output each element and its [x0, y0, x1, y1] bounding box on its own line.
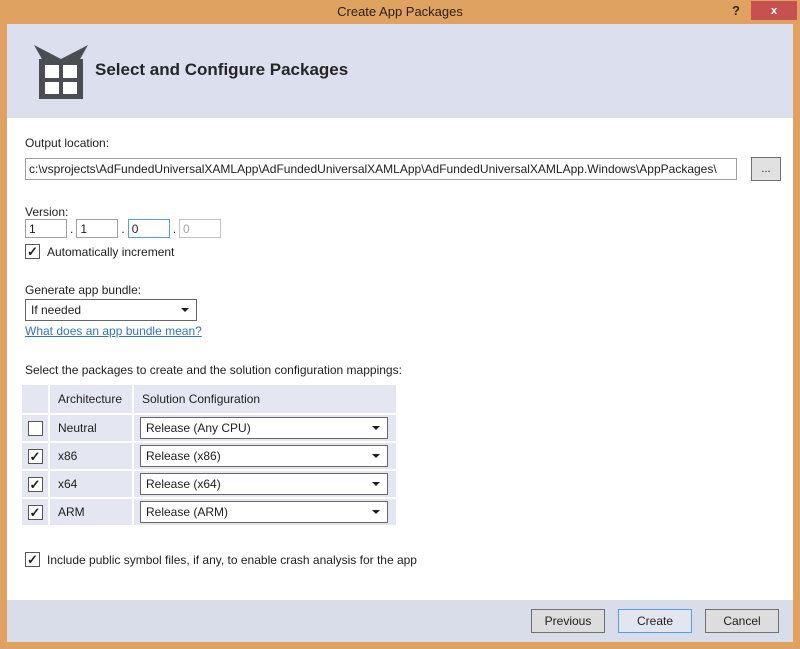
- create-app-packages-dialog: Create App Packages ? x Select and Confi…: [0, 0, 800, 649]
- selected-configuration: Release (ARM): [146, 505, 228, 519]
- close-button[interactable]: x: [751, 1, 797, 20]
- x86-configuration-dropdown[interactable]: Release (x86): [140, 445, 388, 467]
- table-row-cell: ✓: [22, 443, 48, 469]
- version-separator: .: [121, 222, 124, 236]
- table-row-cell: ✓: [22, 499, 48, 525]
- packages-label: Select the packages to create and the so…: [25, 363, 402, 377]
- checkmark-icon: ✓: [30, 506, 41, 519]
- titlebar[interactable]: Create App Packages ? x: [0, 0, 800, 24]
- architecture-cell: x86: [50, 443, 132, 469]
- selected-configuration: Release (Any CPU): [146, 421, 251, 435]
- x64-configuration-dropdown[interactable]: Release (x64): [140, 473, 388, 495]
- configuration-cell: Release (x86): [134, 443, 396, 469]
- close-icon: x: [771, 5, 777, 17]
- architecture-cell: Neutral: [50, 415, 132, 441]
- page-title: Select and Configure Packages: [95, 60, 348, 80]
- dialog-header: Select and Configure Packages: [7, 24, 793, 118]
- chevron-down-icon: [372, 426, 380, 430]
- checkmark-icon: ✓: [27, 245, 38, 258]
- version-fields: . . .: [25, 219, 221, 238]
- version-separator: .: [70, 222, 73, 236]
- bundle-selected-value: If needed: [31, 303, 81, 317]
- x86-checkbox[interactable]: ✓: [28, 449, 43, 464]
- previous-button[interactable]: Previous: [531, 609, 605, 633]
- version-build-input[interactable]: [128, 219, 170, 238]
- table-row-cell: ✓: [22, 471, 48, 497]
- bundle-help-link[interactable]: What does an app bundle mean?: [25, 324, 202, 338]
- selected-configuration: Release (x86): [146, 449, 221, 463]
- output-location-input[interactable]: [25, 158, 737, 180]
- browse-button[interactable]: ...: [751, 157, 781, 181]
- checkmark-icon: ✓: [30, 478, 41, 491]
- symbols-row: ✓ Include public symbol files, if any, t…: [25, 552, 417, 567]
- include-symbols-label: Include public symbol files, if any, to …: [47, 553, 417, 567]
- version-revision-input: [179, 219, 221, 238]
- table-row-cell: [22, 415, 48, 441]
- dialog-footer: Previous Create Cancel: [7, 600, 793, 642]
- architecture-cell: ARM: [50, 499, 132, 525]
- dialog-body: Select and Configure Packages Output loc…: [7, 24, 793, 642]
- bundle-label: Generate app bundle:: [25, 283, 141, 297]
- chevron-down-icon: [372, 510, 380, 514]
- checkmark-icon: ✓: [30, 450, 41, 463]
- configuration-cell: Release (x64): [134, 471, 396, 497]
- chevron-down-icon: [181, 308, 189, 312]
- selected-configuration: Release (x64): [146, 477, 221, 491]
- table-header-checkbox-column: [22, 385, 48, 413]
- version-separator: .: [173, 222, 176, 236]
- configuration-cell: Release (ARM): [134, 499, 396, 525]
- chevron-down-icon: [372, 454, 380, 458]
- package-gift-icon: [32, 37, 90, 101]
- arm-checkbox[interactable]: ✓: [28, 505, 43, 520]
- cancel-button[interactable]: Cancel: [705, 609, 779, 633]
- auto-increment-row: ✓ Automatically increment: [25, 244, 174, 259]
- chevron-down-icon: [372, 482, 380, 486]
- create-button[interactable]: Create: [618, 609, 692, 633]
- help-icon[interactable]: ?: [732, 3, 740, 18]
- auto-increment-checkbox[interactable]: ✓: [25, 244, 40, 259]
- configuration-cell: Release (Any CPU): [134, 415, 396, 441]
- table-header-configuration: Solution Configuration: [134, 385, 396, 413]
- version-major-input[interactable]: [25, 219, 67, 238]
- version-minor-input[interactable]: [76, 219, 118, 238]
- neutral-checkbox[interactable]: [28, 421, 43, 436]
- include-symbols-checkbox[interactable]: ✓: [25, 552, 40, 567]
- x64-checkbox[interactable]: ✓: [28, 477, 43, 492]
- auto-increment-label: Automatically increment: [47, 245, 174, 259]
- checkmark-icon: ✓: [27, 553, 38, 566]
- window-title: Create App Packages: [0, 4, 800, 19]
- version-label: Version:: [25, 205, 68, 219]
- arm-configuration-dropdown[interactable]: Release (ARM): [140, 501, 388, 523]
- architecture-cell: x64: [50, 471, 132, 497]
- neutral-configuration-dropdown[interactable]: Release (Any CPU): [140, 417, 388, 439]
- bundle-dropdown[interactable]: If needed: [25, 299, 197, 321]
- table-header-architecture: Architecture: [50, 385, 132, 413]
- packages-table: Architecture Solution Configuration Neut…: [22, 385, 396, 525]
- output-location-label: Output location:: [25, 136, 109, 150]
